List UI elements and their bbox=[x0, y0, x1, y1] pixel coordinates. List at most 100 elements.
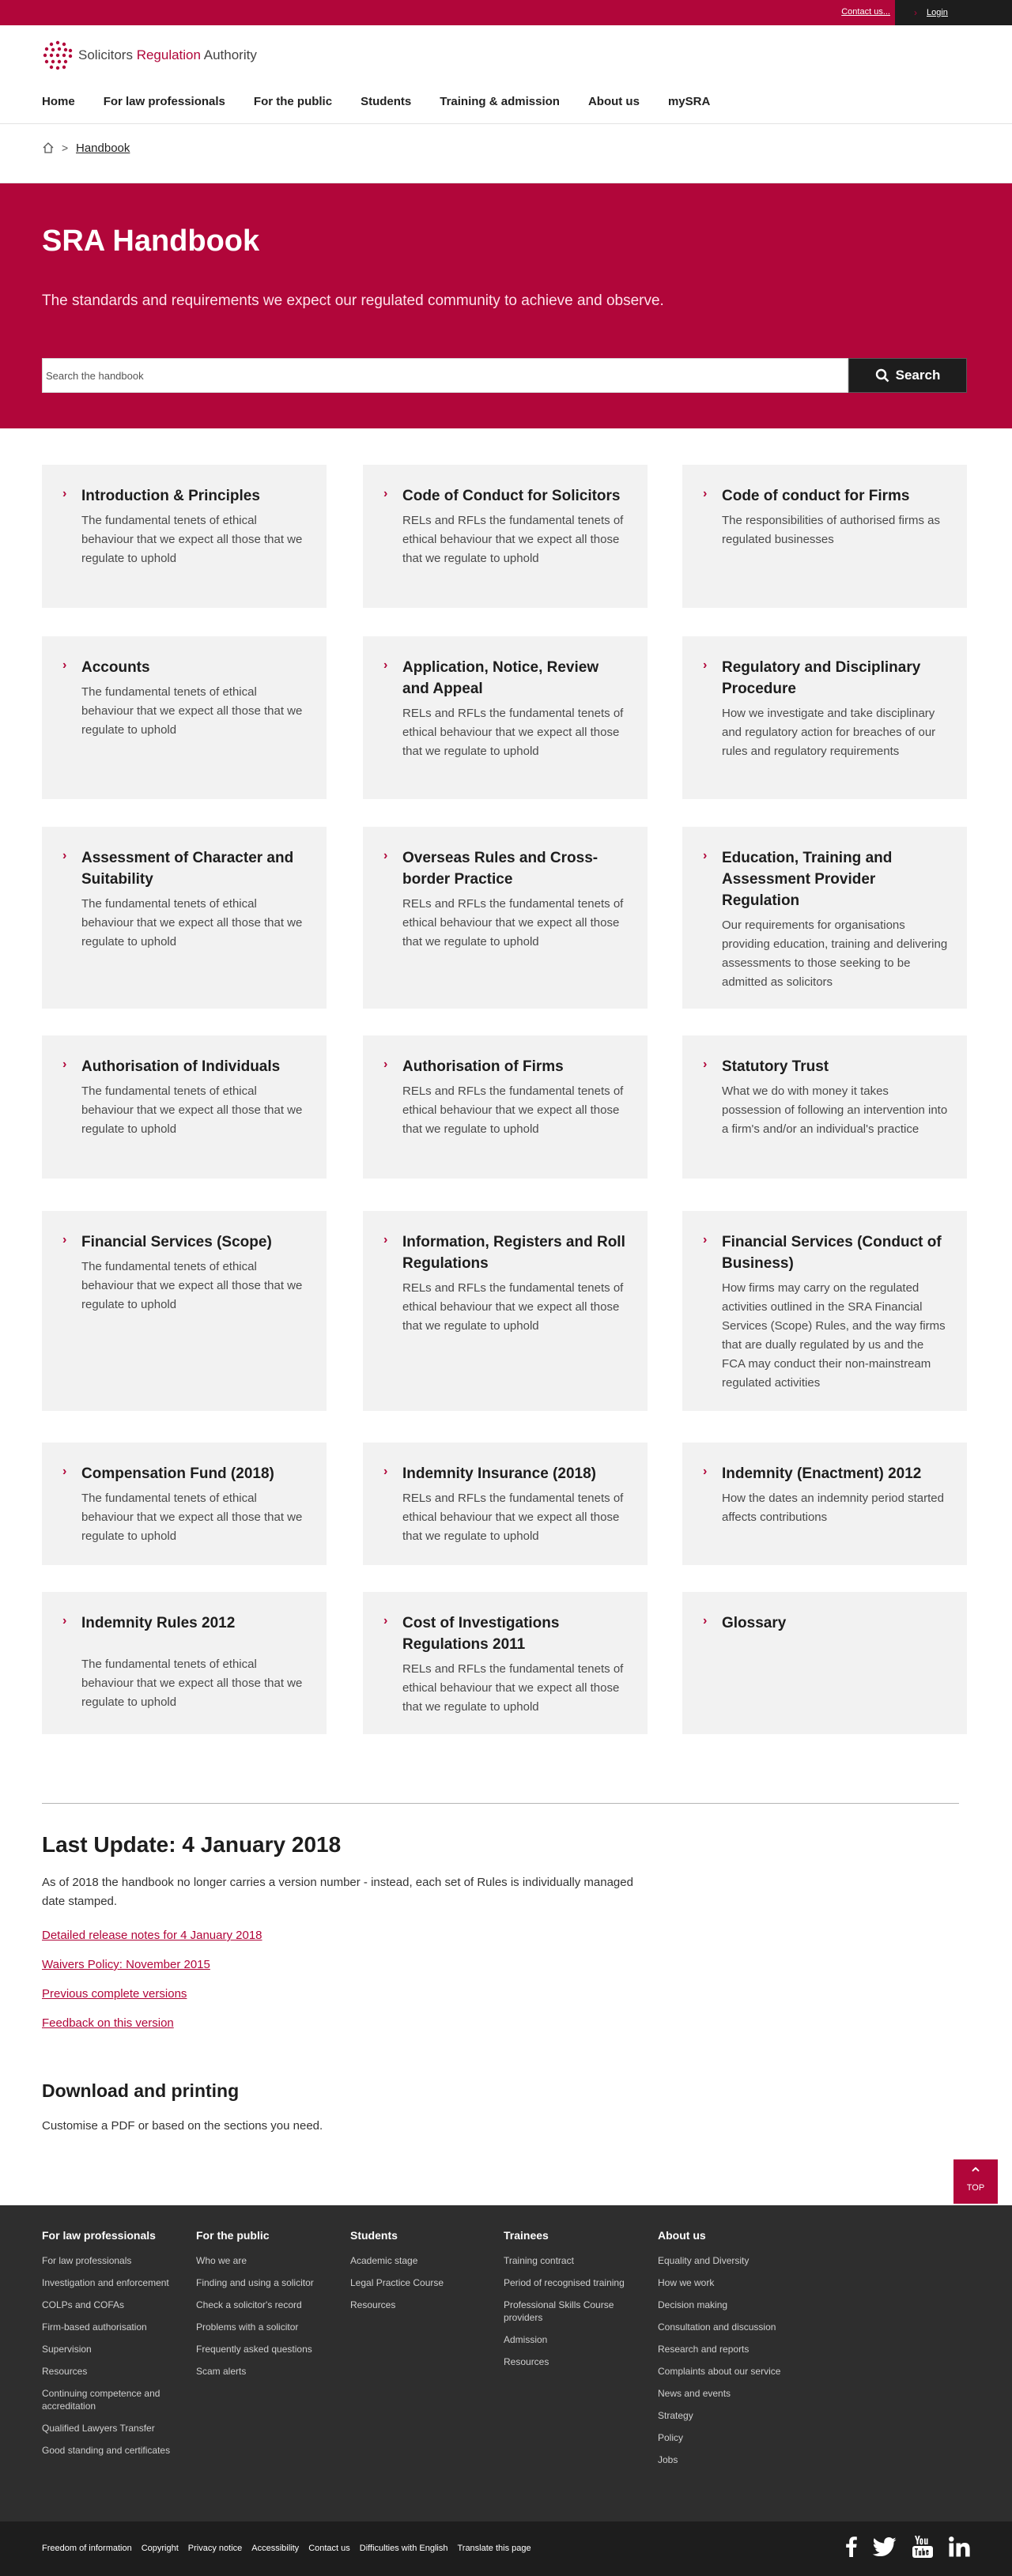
footer-link[interactable]: Good standing and certificates bbox=[42, 2444, 180, 2457]
footer-link[interactable]: Firm-based authorisation bbox=[42, 2321, 180, 2333]
footer-link[interactable]: Consultation and discussion bbox=[658, 2321, 796, 2333]
translate-link[interactable]: Translate this page bbox=[457, 2544, 531, 2553]
download-text: Customise a PDF or based on the sections… bbox=[42, 2119, 323, 2133]
search-button[interactable]: Search bbox=[848, 358, 967, 393]
card-indemnity-enactment[interactable]: › Indemnity (Enactment) 2012 How the dat… bbox=[682, 1443, 967, 1565]
back-to-top-button[interactable]: ⌃ TOP bbox=[953, 2159, 998, 2204]
footer-link[interactable]: Decision making bbox=[658, 2299, 796, 2311]
footer-link[interactable]: Resources bbox=[42, 2365, 180, 2378]
youtube-icon[interactable] bbox=[912, 2536, 933, 2562]
card-accounts[interactable]: › Accounts The fundamental tenets of eth… bbox=[42, 636, 327, 799]
card-compensation-fund[interactable]: › Compensation Fund (2018) The fundament… bbox=[42, 1443, 327, 1565]
chevron-right-icon: › bbox=[703, 849, 708, 862]
footer-column-law-professionals: For law professionals For law profession… bbox=[42, 2229, 180, 2466]
card-description: The fundamental tenets of ethical behavi… bbox=[81, 1492, 303, 1543]
card-description: How the dates an indemnity period starte… bbox=[722, 1492, 944, 1524]
site-footer: For law professionals For law profession… bbox=[0, 2205, 1012, 2521]
nav-students[interactable]: Students bbox=[361, 95, 411, 108]
copyright-link[interactable]: Copyright bbox=[142, 2544, 179, 2553]
logo-text: Solicitors Regulation Authority bbox=[78, 47, 257, 63]
footer-link[interactable]: Period of recognised training bbox=[504, 2276, 642, 2289]
footer-link[interactable]: Equality and Diversity bbox=[658, 2254, 796, 2267]
login-button[interactable]: › Login bbox=[895, 0, 1012, 25]
nav-training-admission[interactable]: Training & admission bbox=[440, 95, 560, 108]
footer-link[interactable]: Training contract bbox=[504, 2254, 642, 2267]
nav-about-us[interactable]: About us bbox=[588, 95, 640, 108]
footer-link[interactable]: Scam alerts bbox=[196, 2365, 334, 2378]
footer-link[interactable]: Finding and using a solicitor bbox=[196, 2276, 334, 2289]
nav-mysra[interactable]: mySRA bbox=[668, 95, 710, 108]
footer-link[interactable]: Qualified Lawyers Transfer bbox=[42, 2422, 180, 2435]
footer-link[interactable]: Problems with a solicitor bbox=[196, 2321, 334, 2333]
footer-link[interactable]: Jobs bbox=[658, 2453, 796, 2466]
footer-link[interactable]: Academic stage bbox=[350, 2254, 489, 2267]
nav-home[interactable]: Home bbox=[42, 95, 75, 108]
footer-link[interactable]: Who we are bbox=[196, 2254, 334, 2267]
footer-link[interactable]: Frequently asked questions bbox=[196, 2343, 334, 2355]
twitter-icon[interactable] bbox=[872, 2537, 897, 2560]
footer-link[interactable]: For law professionals bbox=[42, 2254, 180, 2267]
breadcrumb-handbook[interactable]: Handbook bbox=[76, 141, 130, 155]
card-assessment-character-suitability[interactable]: › Assessment of Character and Suitabilit… bbox=[42, 827, 327, 1009]
difficulties-english-link[interactable]: Difficulties with English bbox=[360, 2544, 448, 2553]
footer-link[interactable]: Resources bbox=[350, 2299, 489, 2311]
search-input[interactable]: Search the handbook bbox=[42, 358, 848, 393]
contact-us-link[interactable]: Contact us... bbox=[841, 7, 890, 17]
card-statutory-trust[interactable]: › Statutory Trust What we do with money … bbox=[682, 1035, 967, 1179]
search-button-label: Search bbox=[895, 368, 941, 383]
previous-versions-link[interactable]: Previous complete versions bbox=[42, 1987, 643, 2001]
nav-for-the-public[interactable]: For the public bbox=[254, 95, 332, 108]
card-overseas-rules[interactable]: › Overseas Rules and Cross-border Practi… bbox=[363, 827, 648, 1009]
card-authorisation-individuals[interactable]: › Authorisation of Individuals The funda… bbox=[42, 1035, 327, 1179]
footer-link[interactable]: Professional Skills Course providers bbox=[504, 2299, 642, 2324]
footer-link[interactable]: Resources bbox=[504, 2355, 642, 2368]
page: Contact us... › Login Solicitors Regulat… bbox=[0, 0, 1012, 2576]
last-update-title: Last Update: 4 January 2018 bbox=[42, 1832, 342, 1857]
card-code-of-conduct-firms[interactable]: › Code of conduct for Firms The responsi… bbox=[682, 465, 967, 608]
footer-link[interactable]: COLPs and COFAs bbox=[42, 2299, 180, 2311]
card-financial-services-conduct[interactable]: › Financial Services (Conduct of Busines… bbox=[682, 1211, 967, 1411]
footer-link[interactable]: Complaints about our service bbox=[658, 2365, 796, 2378]
card-code-of-conduct-solicitors[interactable]: › Code of Conduct for Solicitors RELs an… bbox=[363, 465, 648, 608]
footer-link[interactable]: Check a solicitor's record bbox=[196, 2299, 334, 2311]
nav-for-law-professionals[interactable]: For law professionals bbox=[104, 95, 225, 108]
freedom-of-information-link[interactable]: Freedom of information bbox=[42, 2544, 132, 2553]
footer-heading: Students bbox=[350, 2229, 398, 2242]
card-application-notice-review-appeal[interactable]: › Application, Notice, Review and Appeal… bbox=[363, 636, 648, 799]
card-education-training-assessment[interactable]: › Education, Training and Assessment Pro… bbox=[682, 827, 967, 1009]
footer-link[interactable]: Legal Practice Course bbox=[350, 2276, 489, 2289]
contact-us-footer-link[interactable]: Contact us bbox=[308, 2544, 350, 2553]
feedback-link[interactable]: Feedback on this version bbox=[42, 2016, 643, 2030]
legal-links: Freedom of information Copyright Privacy… bbox=[42, 2544, 531, 2553]
card-regulatory-disciplinary-procedure[interactable]: › Regulatory and Disciplinary Procedure … bbox=[682, 636, 967, 799]
footer-link[interactable]: Strategy bbox=[658, 2409, 796, 2422]
footer-link[interactable]: Admission bbox=[504, 2333, 642, 2346]
card-authorisation-firms[interactable]: › Authorisation of Firms RELs and RFLs t… bbox=[363, 1035, 648, 1179]
card-description: How we investigate and take disciplinary… bbox=[722, 707, 936, 758]
footer-link[interactable]: Policy bbox=[658, 2431, 796, 2444]
facebook-icon[interactable] bbox=[846, 2536, 857, 2561]
card-introduction-principles[interactable]: › Introduction & Principles The fundamen… bbox=[42, 465, 327, 608]
card-indemnity-insurance[interactable]: › Indemnity Insurance (2018) RELs and RF… bbox=[363, 1443, 648, 1565]
accessibility-link[interactable]: Accessibility bbox=[251, 2544, 299, 2553]
linkedin-icon[interactable] bbox=[949, 2536, 971, 2561]
waivers-policy-link[interactable]: Waivers Policy: November 2015 bbox=[42, 1958, 643, 1971]
sra-logo[interactable]: Solicitors Regulation Authority bbox=[42, 40, 257, 71]
home-icon[interactable] bbox=[42, 141, 55, 158]
footer-link[interactable]: News and events bbox=[658, 2387, 796, 2400]
card-information-registers-roll[interactable]: › Information, Registers and Roll Regula… bbox=[363, 1211, 648, 1411]
logo-dots-icon bbox=[43, 40, 73, 70]
privacy-notice-link[interactable]: Privacy notice bbox=[188, 2544, 242, 2553]
footer-link[interactable]: Research and reports bbox=[658, 2343, 796, 2355]
card-description: The fundamental tenets of ethical behavi… bbox=[81, 514, 303, 565]
card-description: RELs and RFLs the fundamental tenets of … bbox=[402, 1662, 624, 1714]
card-indemnity-rules[interactable]: › Indemnity Rules 2012 The fundamental t… bbox=[42, 1592, 327, 1734]
footer-link[interactable]: Supervision bbox=[42, 2343, 180, 2355]
footer-link[interactable]: Investigation and enforcement bbox=[42, 2276, 180, 2289]
card-financial-services-scope[interactable]: › Financial Services (Scope) The fundame… bbox=[42, 1211, 327, 1411]
card-glossary[interactable]: › Glossary bbox=[682, 1592, 967, 1734]
footer-link[interactable]: How we work bbox=[658, 2276, 796, 2289]
card-cost-of-investigations[interactable]: › Cost of Investigations Regulations 201… bbox=[363, 1592, 648, 1734]
release-notes-link[interactable]: Detailed release notes for 4 January 201… bbox=[42, 1929, 643, 1942]
footer-link[interactable]: Continuing competence and accreditation bbox=[42, 2387, 180, 2412]
